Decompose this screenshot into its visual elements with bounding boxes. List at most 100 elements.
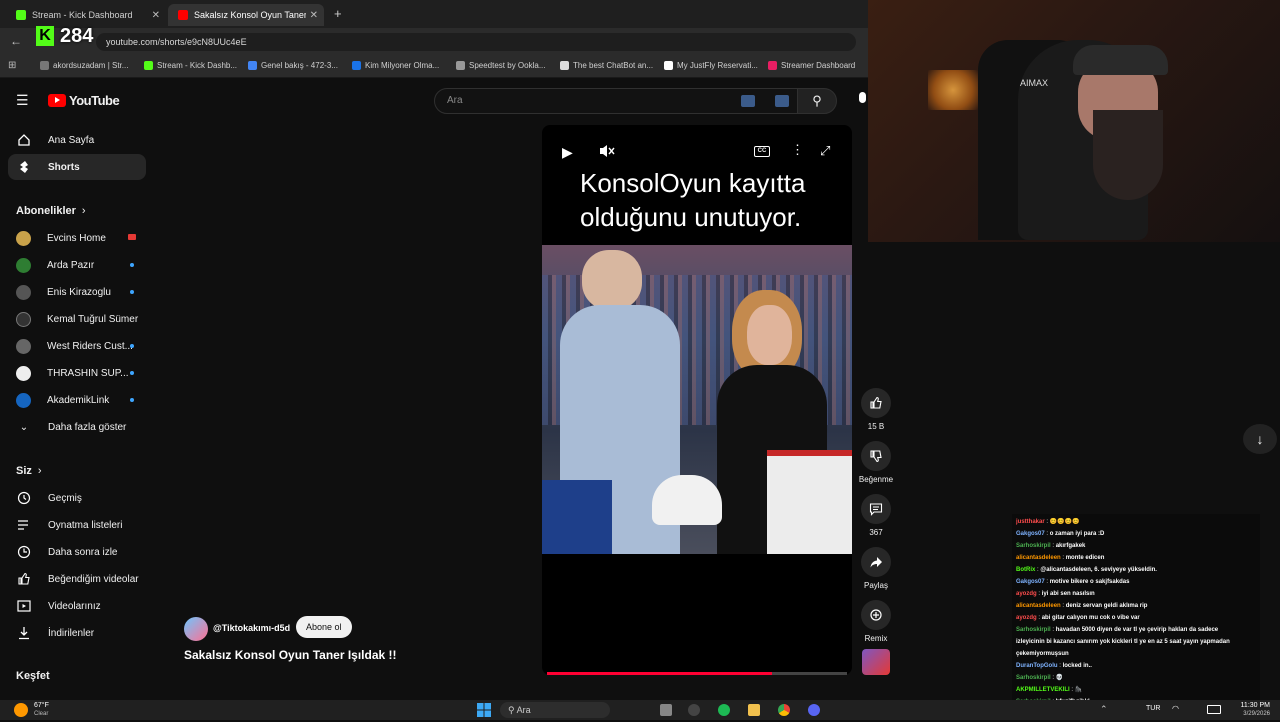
next-short-arrow-icon[interactable]: ↓: [1243, 424, 1277, 454]
like-button[interactable]: 15 B: [856, 388, 896, 431]
bookmark-item[interactable]: The best ChatBot an...: [560, 61, 653, 70]
subscribe-button[interactable]: Abone ol: [296, 616, 352, 638]
bookmark-item[interactable]: Kim Milyoner Olma...: [352, 61, 439, 70]
wifi-icon[interactable]: ◠: [1172, 704, 1179, 713]
menu-hamburger-icon[interactable]: ☰: [16, 92, 29, 109]
bookmark-item[interactable]: Stream - Kick Dashb...: [144, 61, 237, 70]
youtube-logo[interactable]: YouTube: [48, 93, 120, 108]
sidebar-item-subscription[interactable]: THRASHIN SUP...: [8, 360, 146, 386]
sidebar-item-subscription[interactable]: Enis Kirazoglu: [8, 279, 146, 305]
play-icon[interactable]: ▶: [562, 144, 573, 161]
microphone-icon[interactable]: [856, 92, 868, 110]
sound-thumbnail[interactable]: [862, 649, 890, 675]
chat-message: Sarhoskirpil : 💀: [1016, 675, 1064, 681]
viewer-count: 284: [60, 24, 94, 47]
chat-username[interactable]: Sarhoskirpil: [1016, 675, 1051, 681]
chat-username[interactable]: alicantasdeleen: [1016, 555, 1061, 561]
sidebar-item-liked-videos[interactable]: Beğendiğim videolar: [8, 566, 146, 592]
subscriptions-heading[interactable]: Abonelikler ›: [16, 205, 86, 217]
share-button[interactable]: Paylaş: [856, 547, 896, 590]
sidebar-item-subscription[interactable]: AkademikLink: [8, 387, 146, 413]
chat-username[interactable]: Gakgos07: [1016, 531, 1045, 537]
video-frame: [542, 245, 852, 554]
chat-text: 🦍: [1074, 687, 1083, 693]
close-tab-icon[interactable]: ✕: [152, 10, 160, 21]
channel-name[interactable]: @Tiktokakımı-d5d: [213, 623, 290, 633]
chat-username[interactable]: Sarhoskirpil: [1016, 627, 1051, 633]
sidebar-item-subscription[interactable]: West Riders Cust...: [8, 333, 146, 359]
chat-message: Sarhoskirpil : akırfgakek: [1016, 543, 1086, 549]
sidebar-item-downloads[interactable]: İndirilenler: [8, 620, 146, 646]
url-field[interactable]: youtube.com/shorts/e9cN8UUc4eE: [96, 33, 856, 51]
sidebar-item-playlists[interactable]: Oynatma listeleri: [8, 512, 146, 538]
chat-username[interactable]: DuranTopGolu: [1016, 663, 1058, 669]
close-tab-icon[interactable]: ✕: [310, 10, 318, 21]
battery-icon[interactable]: [1207, 705, 1221, 714]
search-extension-icons[interactable]: [735, 88, 797, 114]
comment-icon: [861, 494, 891, 524]
chat-username[interactable]: alicantasdeleen: [1016, 603, 1061, 609]
back-arrow-icon[interactable]: ←: [10, 34, 22, 48]
tab-youtube-short[interactable]: Sakalsız Konsol Oyun Taner Işıl ✕: [168, 4, 324, 26]
chat-username[interactable]: Sarhoskirpil: [1016, 543, 1051, 549]
file-explorer-icon[interactable]: [748, 704, 760, 716]
bookmark-item[interactable]: Streamer Dashboard: [768, 61, 855, 70]
clock-date[interactable]: 3/29/2026: [1228, 711, 1270, 717]
chat-username[interactable]: AKPMILLETVEKILI: [1016, 687, 1070, 693]
tray-chevron-up-icon[interactable]: ⌃: [1100, 704, 1108, 715]
show-more-button[interactable]: ⌄ Daha fazla göster: [8, 414, 146, 440]
chat-message: BotRix : @alicantasdeleen, 6. seviyeye y…: [1016, 567, 1157, 573]
chat-username[interactable]: BotRix: [1016, 567, 1035, 573]
channel-avatar[interactable]: [184, 617, 208, 641]
remix-button[interactable]: Remix: [856, 600, 896, 643]
chat-username[interactable]: ayozdg: [1016, 591, 1037, 597]
browser-tab-bar: Stream - Kick Dashboard ✕ Sakalsız Konso…: [0, 0, 868, 28]
chat-message: justthakar : 😊😊😊😊: [1016, 519, 1080, 525]
watch-later-icon: [16, 544, 32, 560]
more-options-icon[interactable]: ⋮: [791, 142, 804, 158]
chat-username[interactable]: Gakgos07: [1016, 579, 1045, 585]
chat-username[interactable]: ayozdg: [1016, 615, 1037, 621]
search-input[interactable]: Ara: [434, 88, 762, 114]
sidebar-item-history[interactable]: Geçmiş: [8, 485, 146, 511]
chat-username[interactable]: justthakar: [1016, 519, 1045, 525]
task-view-icon[interactable]: [660, 704, 672, 716]
chrome-icon[interactable]: [778, 704, 790, 716]
discord-icon[interactable]: [808, 704, 820, 716]
fullscreen-icon[interactable]: ⤢: [820, 143, 830, 159]
search-button-icon[interactable]: ⚲: [797, 88, 837, 114]
chat-text: iyi abi sen nasılsın: [1041, 591, 1095, 597]
apps-grid-icon[interactable]: ⊞: [8, 60, 16, 71]
sidebar-item-subscription[interactable]: Evcins Home: [8, 225, 146, 251]
taskbar-search[interactable]: ⚲ Ara: [500, 702, 610, 718]
bookmark-item[interactable]: Genel bakış - 472-3...: [248, 61, 338, 70]
chat-text: locked in..: [1062, 663, 1092, 669]
mute-icon[interactable]: [598, 143, 616, 159]
sidebar-item-subscription[interactable]: Arda Pazır: [8, 252, 146, 278]
video-progress-fill: [547, 672, 772, 675]
sidebar-item-your-videos[interactable]: Videolarınız: [8, 593, 146, 619]
stream-chat-overlay: justthakar : 😊😊😊😊 Gakgos07 : o zaman iyi …: [1012, 514, 1260, 700]
spotify-icon[interactable]: [718, 704, 730, 716]
input-language[interactable]: TUR: [1146, 705, 1160, 712]
new-tab-icon[interactable]: +: [334, 6, 342, 21]
captions-icon[interactable]: CC: [754, 146, 770, 157]
dislike-button[interactable]: Beğenme: [856, 441, 896, 484]
video-progress-bar[interactable]: [547, 672, 847, 675]
sidebar-item-subscription[interactable]: Kemal Tuğrul Sümer: [8, 306, 146, 332]
obs-icon[interactable]: [688, 704, 700, 716]
bookmark-item[interactable]: akordsuzadam | Str...: [40, 61, 128, 70]
search-icon: ⚲: [508, 705, 515, 715]
live-indicator-icon: [128, 234, 136, 240]
sidebar-item-watch-later[interactable]: Daha sonra izle: [8, 539, 146, 565]
clock-time[interactable]: 11:30 PM: [1228, 702, 1270, 709]
liked-icon: [16, 571, 32, 587]
you-heading[interactable]: Siz ›: [16, 465, 42, 477]
chat-message: alicantasdeleen : monte edicen: [1016, 555, 1105, 561]
comments-button[interactable]: 367: [856, 494, 896, 537]
sidebar-item-home[interactable]: Ana Sayfa: [8, 127, 146, 153]
windows-start-icon[interactable]: [476, 703, 492, 717]
bookmark-item[interactable]: Speedtest by Ookla...: [456, 61, 546, 70]
sidebar-item-shorts[interactable]: Shorts: [8, 154, 146, 180]
bookmark-item[interactable]: My JustFly Reservati...: [664, 61, 758, 70]
